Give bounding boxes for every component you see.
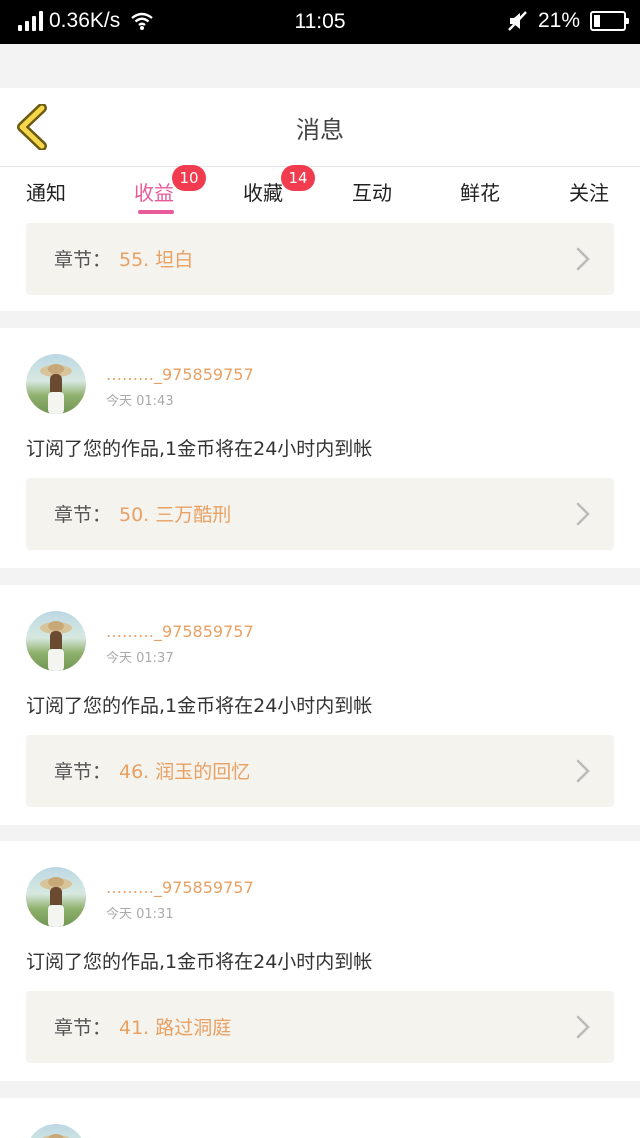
chevron-right-icon [576,502,590,526]
avatar[interactable] [26,354,86,414]
list-item: ………_975859757 今天 01:43 订阅了您的作品,1金币将在24小时… [0,328,640,568]
avatar-image [40,364,72,414]
username[interactable]: ………_975859757 [106,878,254,897]
tab-bar: 通知 收益 10 收藏 14 互动 鲜花 关注 [0,165,640,223]
tab-flowers[interactable]: 鲜花 [460,177,500,206]
favorites-badge: 14 [281,165,315,191]
timestamp: 今天 01:31 [106,907,174,922]
avatar-image [40,877,72,927]
earnings-badge: 10 [172,165,206,191]
chapter-label: 章节： [54,1017,112,1039]
chapter-title: 55. 坦白 [119,249,194,271]
timestamp: 今天 01:43 [106,394,174,409]
header: 消息 [0,88,640,166]
tab-follow[interactable]: 关注 [569,177,609,206]
avatar-image [42,1134,70,1138]
chapter-label: 章节： [54,761,112,783]
list-item: ………_975859757 今天 01:37 订阅了您的作品,1金币将在24小时… [0,585,640,825]
tab-label: 互动 [352,181,392,205]
chapter-title: 46. 润玉的回忆 [119,761,251,783]
battery-level [594,15,600,27]
chevron-right-icon [576,247,590,271]
username[interactable]: ………_975859757 [106,622,254,641]
tab-earnings[interactable]: 收益 10 [134,165,206,206]
message-list[interactable]: 章节： 55. 坦白 ………_975859757 今天 01:43 订阅了您的作… [0,223,640,1138]
avatar[interactable] [26,611,86,671]
username[interactable]: ………_975859757 [106,365,254,384]
chapter-label: 章节： [54,249,112,271]
chapter-link[interactable]: 章节： 55. 坦白 [26,223,614,295]
chapter-title: 41. 路过洞庭 [119,1017,232,1039]
avatar-image [40,621,72,671]
status-right: 21% [506,9,629,33]
page-title: 消息 [296,116,344,144]
battery-icon [590,11,629,31]
tab-label: 鲜花 [460,181,500,205]
chapter-link[interactable]: 章节： 46. 润玉的回忆 [26,735,614,807]
chapter-link[interactable]: 章节： 41. 路过洞庭 [26,991,614,1063]
tab-label: 收藏 [243,181,283,205]
list-item [0,1098,640,1138]
mute-icon [508,11,527,31]
list-item: 章节： 55. 坦白 [0,223,640,311]
chevron-right-icon [576,759,590,783]
message-text: 订阅了您的作品,1金币将在24小时内到帐 [26,438,373,460]
active-tab-indicator [138,210,174,214]
tab-interaction[interactable]: 互动 [352,177,392,206]
chapter-link[interactable]: 章节： 50. 三万酷刑 [26,478,614,550]
list-item: ………_975859757 今天 01:31 订阅了您的作品,1金币将在24小时… [0,841,640,1081]
status-bar: 0.36K/s 11:05 21% [0,0,640,44]
tab-label: 关注 [569,181,609,205]
chapter-title: 50. 三万酷刑 [119,504,232,526]
chevron-right-icon [576,1015,590,1039]
battery-percent: 21% [537,9,580,32]
avatar[interactable] [26,1124,86,1138]
message-text: 订阅了您的作品,1金币将在24小时内到帐 [26,951,373,973]
tab-label: 通知 [26,181,66,205]
tab-label: 收益 [134,181,174,205]
avatar[interactable] [26,867,86,927]
tab-notice[interactable]: 通知 [26,177,66,206]
timestamp: 今天 01:37 [106,651,174,666]
chapter-label: 章节： [54,504,112,526]
tab-favorites[interactable]: 收藏 14 [243,165,315,206]
message-text: 订阅了您的作品,1金币将在24小时内到帐 [26,695,373,717]
